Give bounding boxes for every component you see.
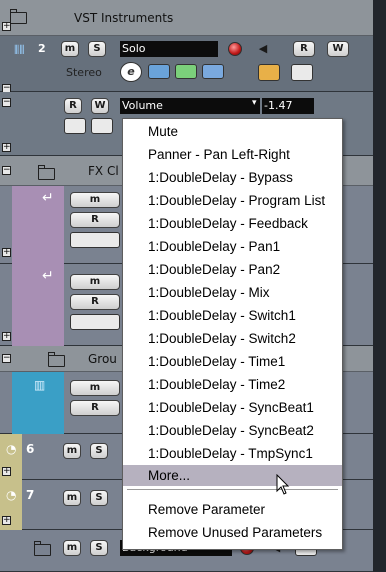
automation-value[interactable]: -1.47: [262, 98, 314, 114]
automation-parameter-selector[interactable]: Volume: [120, 98, 260, 114]
menu-item-switch2[interactable]: 1:DoubleDelay - Switch2: [123, 328, 342, 349]
send-button[interactable]: [202, 64, 224, 79]
menu-item-syncbeat2[interactable]: 1:DoubleDelay - SyncBeat2: [123, 420, 342, 441]
folder-icon: [48, 352, 65, 367]
collapse-icon[interactable]: −: [2, 98, 11, 107]
expand-icon[interactable]: +: [2, 248, 11, 257]
automation-parameter-menu: Mute Panner - Pan Left-Right 1:DoubleDel…: [122, 118, 343, 550]
read-button[interactable]: R: [70, 212, 120, 228]
solo-button[interactable]: S: [90, 540, 108, 556]
mouse-cursor-icon: [276, 474, 290, 495]
track-name-field[interactable]: Solo: [120, 41, 218, 57]
folder-title: FX Cl: [88, 164, 119, 178]
expand-icon[interactable]: +: [2, 143, 11, 152]
solo-button[interactable]: S: [90, 490, 108, 506]
lock-button[interactable]: [291, 64, 313, 81]
menu-item-more[interactable]: More...: [123, 465, 342, 486]
track-2-solo[interactable]: ⦀⦀ 2 m S Solo ◀ R W Stereo e −: [0, 36, 373, 93]
vst-instruments-folder-header[interactable]: + VST Instruments: [0, 0, 373, 36]
menu-item-time1[interactable]: 1:DoubleDelay - Time1: [123, 351, 342, 372]
solo-button[interactable]: S: [90, 443, 108, 459]
channel-mode: Stereo: [66, 66, 102, 79]
track-color-strip: [12, 186, 64, 264]
dropdown-arrow-icon[interactable]: ▾: [252, 98, 257, 108]
collapse-icon[interactable]: −: [2, 166, 11, 175]
edit-button[interactable]: e: [120, 62, 142, 82]
record-enable-button[interactable]: [228, 42, 242, 56]
menu-item-program-list[interactable]: 1:DoubleDelay - Program List: [123, 190, 342, 211]
menu-item-mix[interactable]: 1:DoubleDelay - Mix: [123, 282, 342, 303]
audio-track-icon: ◔: [6, 442, 17, 456]
monitor-icon[interactable]: ◀: [255, 41, 271, 57]
read-button[interactable]: R: [70, 400, 120, 416]
fx-return-icon: ↵: [42, 268, 54, 284]
mute-button[interactable]: m: [70, 192, 120, 208]
menu-item-panner[interactable]: Panner - Pan Left-Right: [123, 144, 342, 165]
mute-button[interactable]: m: [63, 490, 81, 506]
mute-button[interactable]: m: [63, 540, 81, 556]
insert-button[interactable]: [148, 64, 170, 79]
mute-button[interactable]: m: [61, 41, 79, 57]
track-number: 7: [26, 488, 35, 502]
menu-item-pan2[interactable]: 1:DoubleDelay - Pan2: [123, 259, 342, 280]
fx-return-icon: ↵: [42, 190, 54, 206]
solo-button[interactable]: S: [88, 41, 106, 57]
eq-button[interactable]: [175, 64, 197, 79]
add-track-icon[interactable]: [70, 232, 120, 248]
menu-item-switch1[interactable]: 1:DoubleDelay - Switch1: [123, 305, 342, 326]
menu-item-remove-parameter[interactable]: Remove Parameter: [123, 499, 342, 520]
expand-icon[interactable]: +: [2, 332, 11, 341]
group-icon: ▥: [34, 378, 46, 392]
collapse-icon[interactable]: −: [2, 354, 11, 363]
folder-icon: [34, 541, 51, 556]
track-color-strip: [12, 264, 64, 346]
read-button[interactable]: R: [64, 98, 82, 114]
lock-icon[interactable]: [91, 118, 113, 134]
instrument-track-icon: ⦀⦀: [14, 43, 25, 57]
mute-button[interactable]: m: [70, 380, 120, 396]
expand-icon[interactable]: +: [2, 467, 11, 476]
folder-icon: [10, 9, 27, 24]
expand-icon[interactable]: +: [2, 516, 11, 525]
menu-item-syncbeat1[interactable]: 1:DoubleDelay - SyncBeat1: [123, 397, 342, 418]
menu-item-feedback[interactable]: 1:DoubleDelay - Feedback: [123, 213, 342, 234]
musical-mode-button[interactable]: [258, 64, 280, 81]
read-button[interactable]: R: [293, 41, 315, 57]
add-track-icon[interactable]: [64, 118, 86, 134]
menu-item-bypass[interactable]: 1:DoubleDelay - Bypass: [123, 167, 342, 188]
menu-item-time2[interactable]: 1:DoubleDelay - Time2: [123, 374, 342, 395]
track-number: 2: [38, 42, 46, 55]
audio-track-icon: ◔: [6, 488, 17, 502]
add-track-icon[interactable]: [70, 314, 120, 330]
menu-item-pan1[interactable]: 1:DoubleDelay - Pan1: [123, 236, 342, 257]
mute-button[interactable]: m: [63, 443, 81, 459]
menu-separator: [127, 489, 338, 491]
write-button[interactable]: W: [327, 41, 349, 57]
folder-title: VST Instruments: [74, 11, 174, 25]
folder-title: Grou: [88, 352, 117, 366]
mute-button[interactable]: m: [70, 274, 120, 290]
read-button[interactable]: R: [70, 294, 120, 310]
write-button[interactable]: W: [91, 98, 109, 114]
folder-icon: [38, 165, 55, 180]
track-number: 6: [26, 442, 35, 456]
menu-item-mute[interactable]: Mute: [123, 121, 342, 142]
menu-item-tmpsync1[interactable]: 1:DoubleDelay - TmpSync1: [123, 443, 342, 464]
event-display-strip: [373, 0, 386, 572]
menu-item-remove-unused-parameters[interactable]: Remove Unused Parameters: [123, 522, 342, 543]
